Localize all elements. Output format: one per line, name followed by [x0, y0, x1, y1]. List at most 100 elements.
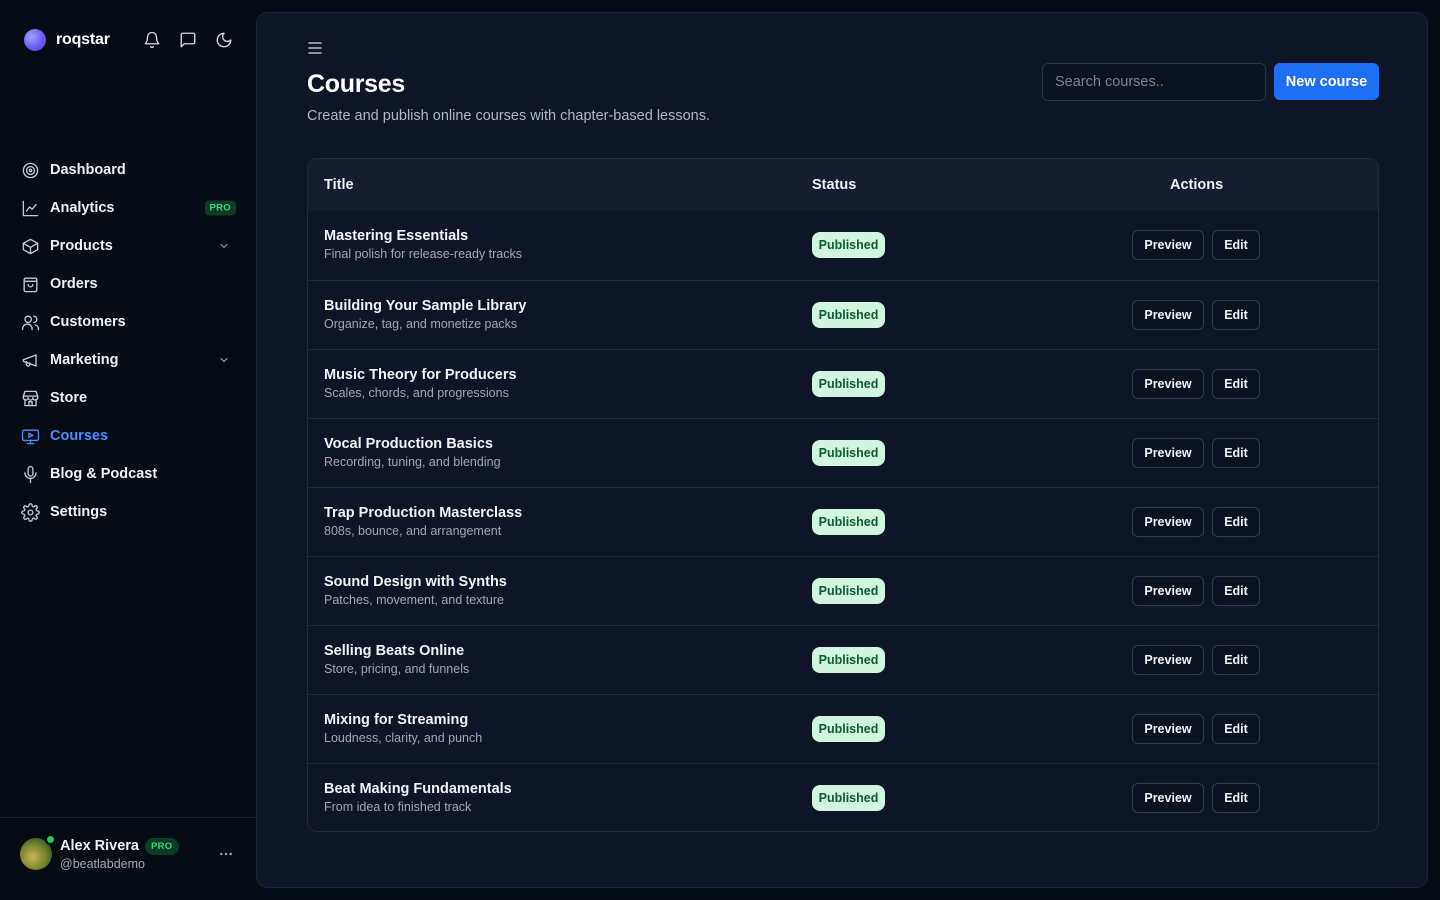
edit-button[interactable]: Edit [1212, 438, 1260, 468]
preview-button[interactable]: Preview [1132, 507, 1204, 537]
page-title: Courses [307, 70, 405, 98]
status-badge: Published [812, 509, 885, 535]
course-title-cell: Mixing for Streaming Loudness, clarity, … [324, 712, 482, 745]
status-badge: Published [812, 578, 885, 604]
course-title[interactable]: Mixing for Streaming [324, 712, 482, 728]
header-icons [142, 30, 234, 50]
edit-button[interactable]: Edit [1212, 300, 1260, 330]
sidebar-item-dashboard[interactable]: Dashboard [12, 152, 244, 188]
course-subtitle: Patches, movement, and texture [324, 593, 504, 607]
brand[interactable]: roqstar [24, 28, 110, 52]
search-input[interactable] [1042, 63, 1266, 101]
user-name: Alex Rivera [60, 838, 139, 854]
sidebar-item-products[interactable]: Products [12, 228, 244, 264]
preview-button[interactable]: Preview [1132, 230, 1204, 260]
preview-button[interactable]: Preview [1132, 783, 1204, 813]
edit-button[interactable]: Edit [1212, 230, 1260, 260]
column-header-status: Status [812, 177, 857, 193]
sidebar-item-label: Orders [50, 276, 98, 292]
sidebar-item-label: Blog & Podcast [50, 466, 158, 482]
course-title[interactable]: Selling Beats Online [324, 643, 469, 659]
course-title[interactable]: Beat Making Fundamentals [324, 781, 512, 797]
menu-icon[interactable] [307, 41, 323, 55]
chevron-down-icon[interactable] [218, 354, 230, 366]
preview-button[interactable]: Preview [1132, 300, 1204, 330]
pro-badge: PRO [145, 837, 179, 855]
sidebar-item-customers[interactable]: Customers [12, 304, 244, 340]
courses-table: Title Status Actions Mastering Essential… [307, 158, 1379, 832]
megaphone-icon [20, 350, 40, 370]
sidebar-item-settings[interactable]: Settings [12, 494, 244, 530]
sidebar: roqstar Dashboard Analytics PRO Products [0, 0, 256, 900]
table-header: Title Status Actions [308, 159, 1378, 211]
course-subtitle: Scales, chords, and progressions [324, 386, 509, 400]
table-row: Vocal Production Basics Recording, tunin… [308, 418, 1378, 487]
chevron-down-icon[interactable] [218, 240, 230, 252]
new-course-button[interactable]: New course [1274, 63, 1379, 100]
preview-button[interactable]: Preview [1132, 369, 1204, 399]
sidebar-item-blog-podcast[interactable]: Blog & Podcast [12, 456, 244, 492]
shopping-bag-icon [20, 274, 40, 294]
column-header-title: Title [324, 177, 354, 193]
sidebar-item-label: Dashboard [50, 162, 126, 178]
course-subtitle: 808s, bounce, and arrangement [324, 524, 502, 538]
sidebar-item-store[interactable]: Store [12, 380, 244, 416]
table-row: Music Theory for Producers Scales, chord… [308, 349, 1378, 418]
users-icon [20, 312, 40, 332]
more-icon[interactable] [218, 846, 234, 862]
preview-button[interactable]: Preview [1132, 714, 1204, 744]
moon-icon[interactable] [214, 30, 234, 50]
course-title-cell: Building Your Sample Library Organize, t… [324, 298, 527, 331]
course-title[interactable]: Trap Production Masterclass [324, 505, 522, 521]
edit-button[interactable]: Edit [1212, 507, 1260, 537]
sidebar-item-label: Marketing [50, 352, 119, 368]
course-subtitle: Loudness, clarity, and punch [324, 731, 483, 745]
brand-logo-icon [24, 29, 46, 51]
course-title[interactable]: Mastering Essentials [324, 228, 522, 244]
sidebar-item-analytics[interactable]: Analytics PRO [12, 190, 244, 226]
course-title-cell: Selling Beats Online Store, pricing, and… [324, 643, 469, 676]
message-icon[interactable] [178, 30, 198, 50]
edit-button[interactable]: Edit [1212, 783, 1260, 813]
target-icon [20, 160, 40, 180]
table-row: Mixing for Streaming Loudness, clarity, … [308, 694, 1378, 763]
edit-button[interactable]: Edit [1212, 369, 1260, 399]
chart-line-icon [20, 198, 40, 218]
preview-button[interactable]: Preview [1132, 438, 1204, 468]
edit-button[interactable]: Edit [1212, 714, 1260, 744]
table-row: Sound Design with Synths Patches, moveme… [308, 556, 1378, 625]
sidebar-item-courses[interactable]: Courses [12, 418, 244, 454]
course-title[interactable]: Music Theory for Producers [324, 367, 517, 383]
avatar[interactable] [20, 834, 56, 870]
table-row: Trap Production Masterclass 808s, bounce… [308, 487, 1378, 556]
status-badge: Published [812, 232, 885, 258]
course-title[interactable]: Building Your Sample Library [324, 298, 527, 314]
sidebar-item-marketing[interactable]: Marketing [12, 342, 244, 378]
main-panel: Courses Create and publish online course… [256, 12, 1428, 888]
edit-button[interactable]: Edit [1212, 576, 1260, 606]
course-title[interactable]: Vocal Production Basics [324, 436, 501, 452]
course-subtitle: Organize, tag, and monetize packs [324, 317, 518, 331]
microphone-icon [20, 464, 40, 484]
user-profile[interactable]: Alex Rivera PRO @beatlabdemo [20, 834, 240, 872]
bell-icon[interactable] [142, 30, 162, 50]
preview-button[interactable]: Preview [1132, 645, 1204, 675]
preview-button[interactable]: Preview [1132, 576, 1204, 606]
course-subtitle: Recording, tuning, and blending [324, 455, 501, 469]
course-subtitle: From idea to finished track [324, 800, 472, 814]
presentation-icon [20, 426, 40, 446]
course-title[interactable]: Sound Design with Synths [324, 574, 507, 590]
status-badge: Published [812, 647, 885, 673]
sidebar-item-orders[interactable]: Orders [12, 266, 244, 302]
table-body: Mastering Essentials Final polish for re… [308, 211, 1378, 831]
course-title-cell: Beat Making Fundamentals From idea to fi… [324, 781, 512, 814]
table-row: Building Your Sample Library Organize, t… [308, 280, 1378, 349]
store-icon [20, 388, 40, 408]
column-header-actions: Actions [1170, 177, 1224, 193]
status-badge: Published [812, 371, 885, 397]
table-row: Mastering Essentials Final polish for re… [308, 211, 1378, 280]
course-title-cell: Mastering Essentials Final polish for re… [324, 228, 522, 261]
edit-button[interactable]: Edit [1212, 645, 1260, 675]
gear-icon [20, 502, 40, 522]
course-title-cell: Music Theory for Producers Scales, chord… [324, 367, 517, 400]
